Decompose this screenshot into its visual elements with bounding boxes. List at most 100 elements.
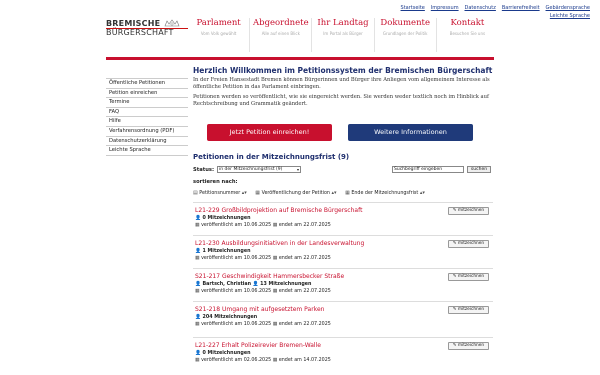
petition-title-link[interactable]: L21-230 Ausbildungsinitiativen in der La… — [195, 240, 364, 247]
signature-count: 1 Mitzeichnungen — [202, 249, 251, 254]
nav-ihr-landtag[interactable]: Ihr Landtag Im Portal als Bürger — [312, 18, 375, 52]
sidebar-item-faq[interactable]: FAQ — [106, 108, 188, 118]
nav-subtitle: Im Portal als Bürger — [323, 31, 363, 36]
sort-veroeffentlichung[interactable]: ▦ Veröffentlichung der Petition ▴▾ — [255, 190, 336, 196]
person-icon: 👤 — [252, 282, 259, 287]
sidebar-item-termine[interactable]: Termine — [106, 98, 188, 108]
intro-paragraph: In der Freien Hansestadt Bremen können B… — [193, 77, 490, 90]
nav-parlament[interactable]: Parlament Vom Volk gewählt — [188, 18, 251, 52]
sort-label: Ende der Mitzeichnungsfrist — [351, 191, 419, 196]
sidebar-item-petition-einreichen[interactable]: Petition einreichen — [106, 89, 188, 99]
petition-signatures: 👤 1 Mitzeichnungen — [195, 249, 251, 254]
nav-dokumente[interactable]: Dokumente Grundlagen der Politik — [375, 18, 437, 52]
nav-title: Parlament — [196, 18, 241, 28]
nav-subtitle: Besuchen Sie uns — [449, 31, 486, 36]
crest-icon — [164, 19, 180, 27]
petition-dates: ▦ veröffentlicht am 10.06.2025 ▦ endet a… — [195, 223, 331, 228]
petition-signatures: 👤 Bartsch, Christian 👤 13 Mitzeichnungen — [195, 282, 311, 287]
nav-abgeordnete[interactable]: Abgeordnete Alle auf einen Blick — [250, 18, 313, 52]
end-date: endet am 22.07.2025 — [278, 223, 331, 228]
link-gebaerdensprache[interactable]: Gebärdensprache — [546, 5, 590, 11]
petition-item: L21-227 Erhalt Polizeirevier Bremen-Wall… — [193, 337, 493, 367]
sort-petitionsnummer[interactable]: ▤ Petitionsnummer ▴▾ — [193, 190, 247, 196]
sign-button-label: mitzeichnen — [457, 343, 485, 348]
sign-button[interactable]: ✎ mitzeichnen — [448, 273, 489, 281]
petition-item: L21-229 Großbildprojektion auf Bremische… — [193, 202, 493, 232]
end-date: endet am 22.07.2025 — [278, 256, 331, 261]
page-title: Herzlich Willkommen im Petitionssystem d… — [193, 66, 493, 75]
sign-button-label: mitzeichnen — [457, 274, 485, 279]
welcome-section: Herzlich Willkommen im Petitionssystem d… — [193, 66, 493, 108]
sort-arrows-icon[interactable]: ▴▾ — [420, 190, 425, 196]
person-icon: 👤 — [195, 216, 201, 221]
calendar-icon: ▦ — [195, 289, 200, 294]
petition-title-link[interactable]: S21-217 Geschwindigkeit Hammersbecker St… — [195, 273, 344, 280]
sidebar-item-leichte-sprache[interactable]: Leichte Sprache — [106, 146, 188, 156]
petition-author: Bartsch, Christian — [202, 282, 252, 287]
petition-item: S21-218 Umgang mit aufgesetztem Parken ✎… — [193, 301, 493, 331]
list-heading: Petitionen in der Mitzeichnungsfrist (9) — [193, 153, 350, 161]
link-startseite[interactable]: Startseite — [401, 5, 425, 11]
petition-signatures: 👤 0 Mitzeichnungen — [195, 351, 251, 356]
calendar-icon: ▦ — [272, 223, 278, 228]
sidebar-item-datenschutz[interactable]: Datenschutzerklärung — [106, 137, 188, 147]
sort-list-icon: ▤ — [193, 190, 198, 196]
sort-label: Petitionsnummer — [199, 191, 241, 196]
sidebar-item-oeffentliche-petitionen[interactable]: Öffentliche Petitionen — [106, 79, 188, 89]
petition-dates: ▦ veröffentlicht am 10.06.2025 ▦ endet a… — [195, 322, 331, 327]
petition-item: S21-217 Geschwindigkeit Hammersbecker St… — [193, 268, 493, 298]
calendar-icon: ▦ — [272, 289, 278, 294]
cta-buttons: Jetzt Petition einreichen! Weitere Infor… — [207, 124, 473, 141]
calendar-icon: ▦ — [195, 322, 200, 327]
logo-line2: BÜRGERSCHAFT — [106, 28, 174, 37]
person-icon: 👤 — [195, 282, 201, 287]
status-label: Status: — [193, 167, 215, 173]
search-button[interactable]: suchen — [467, 166, 491, 173]
calendar-icon: ▦ — [272, 322, 278, 327]
published-date: veröffentlicht am 10.06.2025 — [201, 223, 272, 228]
sign-button[interactable]: ✎ mitzeichnen — [448, 240, 489, 248]
sign-button[interactable]: ✎ mitzeichnen — [448, 342, 489, 350]
filter-row: Status: in der Mitzeichnungsfrist (9) ▾ … — [193, 166, 493, 175]
link-impressum[interactable]: Impressum — [431, 5, 459, 11]
calendar-icon: ▦ — [272, 256, 278, 261]
published-date: veröffentlicht am 10.06.2025 — [201, 322, 272, 327]
sign-button[interactable]: ✎ mitzeichnen — [448, 207, 489, 215]
submit-petition-button[interactable]: Jetzt Petition einreichen! — [207, 124, 332, 141]
sidebar-item-hilfe[interactable]: Hilfe — [106, 117, 188, 127]
nav-title: Kontakt — [450, 18, 485, 28]
petition-title-link[interactable]: S21-218 Umgang mit aufgesetztem Parken — [195, 306, 324, 313]
sign-button-label: mitzeichnen — [457, 208, 485, 213]
status-select-value: in der Mitzeichnungsfrist (9) — [219, 167, 283, 172]
petition-signatures: 👤 204 Mitzeichnungen — [195, 315, 257, 320]
nav-title: Ihr Landtag — [317, 18, 369, 28]
sign-button-label: mitzeichnen — [457, 241, 485, 246]
nav-subtitle: Grundlagen der Politik — [382, 31, 428, 36]
sort-ende-mitzeichnungsfrist[interactable]: ▦ Ende der Mitzeichnungsfrist ▴▾ — [345, 190, 425, 196]
petition-dates: ▦ veröffentlicht am 10.06.2025 ▦ endet a… — [195, 256, 331, 261]
signature-count: 0 Mitzeichnungen — [202, 351, 251, 356]
signature-count: 204 Mitzeichnungen — [202, 315, 258, 320]
link-barrierefreiheit[interactable]: Barrierefreiheit — [502, 5, 540, 11]
link-datenschutz[interactable]: Datenschutz — [465, 5, 496, 11]
sort-arrows-icon[interactable]: ▴▾ — [242, 190, 247, 196]
main-nav: Parlament Vom Volk gewählt Abgeordnete A… — [188, 18, 498, 52]
more-info-button[interactable]: Weitere Informationen — [348, 124, 473, 141]
sort-arrows-icon[interactable]: ▴▾ — [332, 190, 337, 196]
petition-title-link[interactable]: L21-227 Erhalt Polizeirevier Bremen-Wall… — [195, 342, 321, 349]
logo[interactable]: BREMISCHE BÜRGERSCHAFT — [106, 19, 188, 37]
nav-subtitle: Vom Volk gewählt — [200, 31, 237, 36]
petition-dates: ▦ veröffentlicht am 10.06.2025 ▦ endet a… — [195, 289, 331, 294]
person-icon: 👤 — [195, 249, 201, 254]
status-select[interactable]: in der Mitzeichnungsfrist (9) ▾ — [217, 166, 301, 173]
link-leichte-sprache[interactable]: Leichte Sprache — [550, 13, 590, 19]
sidebar-item-verfahrensordnung[interactable]: Verfahrensordnung (PDF) — [106, 127, 188, 137]
sort-options: ▤ Petitionsnummer ▴▾ ▦ Veröffentlichung … — [193, 190, 493, 196]
sidebar: Öffentliche Petitionen Petition einreich… — [106, 78, 188, 156]
sort-label: Veröffentlichung der Petition — [261, 191, 330, 196]
petition-title-link[interactable]: L21-229 Großbildprojektion auf Bremische… — [195, 207, 362, 214]
sign-button[interactable]: ✎ mitzeichnen — [448, 306, 489, 314]
search-input[interactable]: Suchbegriff eingeben — [392, 166, 464, 173]
nav-kontakt[interactable]: Kontakt Besuchen Sie uns — [437, 18, 498, 52]
published-date: veröffentlicht am 10.06.2025 — [201, 256, 272, 261]
